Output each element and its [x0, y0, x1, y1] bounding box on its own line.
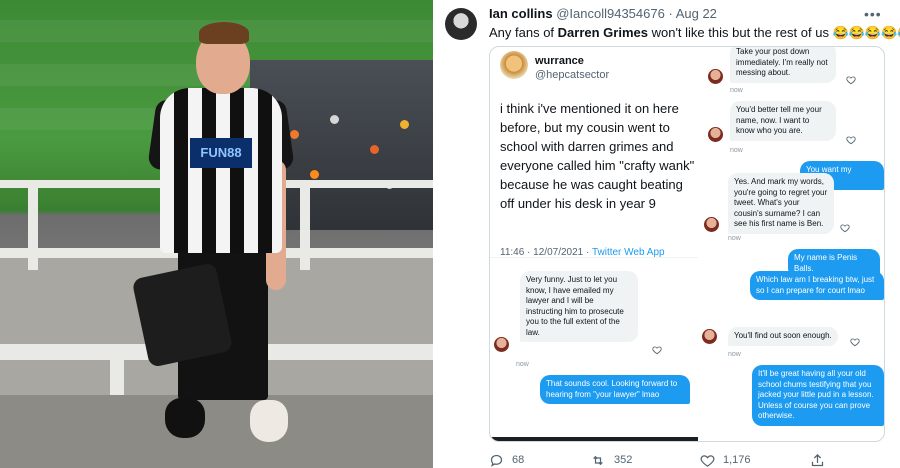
crowd-figure [400, 120, 409, 129]
retweet-button[interactable]: 352 [590, 452, 632, 468]
tweet-text: Any fans of Darren Grimes won't like thi… [489, 25, 900, 41]
retweet-icon [593, 455, 603, 465]
tweet-date[interactable]: Aug 22 [676, 6, 717, 21]
crowd-figure [290, 130, 299, 139]
tweet-text-end: won't like this but the rest of us 😂😂😂😂😂 [647, 25, 900, 40]
reply-count: 68 [512, 454, 525, 466]
dm-timestamp: now [730, 87, 743, 94]
railing-post [28, 180, 38, 270]
dm-bubble-received: Yes. And mark my words, you're going to … [728, 173, 834, 234]
separator: · [668, 6, 673, 21]
stadium-floor [0, 395, 433, 468]
person-shoe [250, 400, 288, 442]
railing-post [300, 180, 310, 270]
share-icon [811, 453, 824, 466]
author-avatar[interactable] [445, 8, 477, 40]
quoted-name: wurrance [535, 55, 584, 67]
author-handle[interactable]: @Iancoll94354676 [556, 6, 665, 21]
football-shirt [160, 88, 282, 253]
dm-bubble-received: You'd better tell me your name, now. I w… [730, 101, 836, 141]
quoted-body: i think i've mentioned it on here before… [500, 101, 695, 211]
reply-button[interactable]: 68 [489, 452, 524, 468]
heart-icon [840, 224, 850, 233]
heart-icon [846, 76, 856, 85]
tweet-media-screenshot[interactable]: wurrance @hepcatsector i think i've ment… [489, 46, 885, 442]
tweet-photo[interactable]: FUN88 [0, 0, 433, 468]
heart-icon [850, 338, 860, 347]
dm-bubble-sent: That sounds cool. Looking forward to hea… [540, 375, 690, 404]
crowd-figure [370, 145, 379, 154]
dm-sender-avatar [708, 127, 723, 142]
dm-timestamp: now [728, 235, 741, 242]
dm-sender-avatar [704, 217, 719, 232]
dm-bubble-received: You'll find out soon enough. [728, 327, 838, 346]
quoted-handle: @hepcatsector [535, 69, 610, 81]
heart-icon [652, 346, 662, 355]
dm-sender-avatar [702, 329, 717, 344]
like-button[interactable]: 1,176 [700, 452, 751, 468]
crowd-figure [330, 115, 339, 124]
divider [490, 257, 698, 258]
share-button[interactable] [810, 452, 825, 468]
retweet-count: 352 [614, 454, 633, 466]
quoted-avatar [500, 51, 528, 79]
dm-sender-avatar [494, 337, 509, 352]
dm-timestamp: now [730, 147, 743, 154]
person-hair [199, 22, 249, 44]
tweet-text-bold: Darren Grimes [557, 25, 648, 40]
more-icon[interactable]: ••• [864, 6, 882, 22]
dm-bubble-sent: Which law am I breaking btw, just so I c… [750, 271, 884, 300]
heart-icon [700, 454, 715, 467]
like-count: 1,176 [723, 454, 751, 466]
author-name[interactable]: Ian collins [489, 6, 553, 21]
heart-icon [846, 136, 856, 145]
screenshot-bottom-bar [490, 437, 698, 441]
person-shoe [165, 398, 205, 438]
held-jacket [131, 262, 234, 368]
tweet-text-start: Any fans of [489, 25, 558, 40]
dm-timestamp: now [728, 351, 741, 358]
dm-bubble-received: Very funny. Just to let you know, I have… [520, 271, 638, 342]
dm-bubble-received: Take your post down immediately. I'm rea… [730, 47, 836, 83]
dm-bubble-sent: It'll be great having all your old schoo… [752, 365, 884, 426]
tweet-header: Ian collins @Iancoll94354676 · Aug 22 [489, 6, 717, 21]
dm-timestamp: now [516, 361, 529, 368]
shirt-sponsor: FUN88 [190, 138, 252, 168]
reply-icon [490, 454, 503, 467]
crowd-figure [310, 170, 319, 179]
dm-sender-avatar [708, 69, 723, 84]
